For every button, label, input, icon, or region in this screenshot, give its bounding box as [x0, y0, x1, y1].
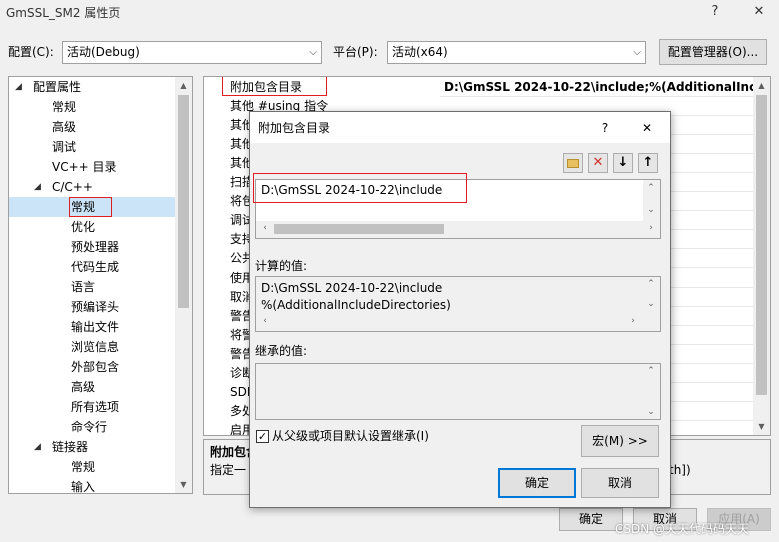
- chevron-down-icon: ⌵: [633, 47, 641, 58]
- checkmark-icon: ✓: [257, 430, 268, 443]
- chevron-left-icon[interactable]: ‹: [258, 223, 272, 233]
- scroll-thumb[interactable]: [178, 95, 189, 308]
- scroll-up-icon[interactable]: ▲: [175, 81, 192, 90]
- chevron-left-icon[interactable]: ‹: [258, 316, 272, 326]
- tree-item-label: 输出文件: [71, 320, 120, 334]
- tree-item-label: C/C++: [52, 180, 93, 194]
- scroll-up-icon[interactable]: ▲: [753, 81, 770, 90]
- include-dirs-dialog: 附加包含目录 ? ✕ ✕ ↓ ↑ D:\GmSSL 2024-10-22\inc…: [249, 111, 671, 508]
- tree-item-label: 常规: [71, 460, 96, 474]
- tree-item-label: 预编译头: [71, 300, 120, 314]
- dialog-title: 附加包含目录: [258, 121, 331, 135]
- dialog-cancel-button[interactable]: 取消: [581, 468, 659, 498]
- tree-item-label: 所有选项: [71, 400, 120, 414]
- tree-item-label: 浏览信息: [71, 340, 120, 354]
- computed-values: D:\GmSSL 2024-10-22\include %(Additional…: [255, 276, 661, 332]
- tree-item-label: 代码生成: [71, 260, 120, 274]
- watermark: CSDN @天天代码码天天: [615, 522, 750, 536]
- tree-item-label: 命令行: [71, 420, 108, 434]
- chevron-up-icon[interactable]: ⌃: [644, 183, 658, 193]
- description-text: 指定一: [210, 463, 247, 477]
- computed-label: 计算的值:: [255, 259, 308, 273]
- chevron-down-icon: ⌵: [309, 47, 317, 58]
- arrow-down-icon: ↓: [617, 155, 629, 170]
- inherit-checkbox[interactable]: ✓: [256, 430, 269, 443]
- chevron-up-icon[interactable]: ⌃: [644, 366, 658, 376]
- config-value: 活动(Debug): [67, 45, 140, 59]
- tree-item-label: 语言: [71, 280, 96, 294]
- chevron-up-icon[interactable]: ⌃: [644, 279, 658, 289]
- scroll-thumb[interactable]: [756, 95, 767, 395]
- ok-button[interactable]: 确定: [559, 508, 623, 531]
- chevron-down-icon[interactable]: ⌄: [644, 407, 658, 417]
- macro-button[interactable]: 宏(M) >>: [581, 425, 659, 457]
- delete-icon: ✕: [592, 155, 604, 170]
- property-tree: ◢ 配置属性 常规 高级 调试 VC++ 目录 ◢ C/C++ 常规 优化 预处理器 代码生成 语言 预编…: [8, 76, 193, 494]
- tree-item-label: 优化: [71, 220, 96, 234]
- description-tail: th]): [669, 463, 691, 477]
- config-manager-button[interactable]: 配置管理器(O)...: [659, 39, 767, 65]
- help-icon[interactable]: ?: [598, 119, 612, 137]
- window-title: GmSSL_SM2 属性页: [6, 6, 121, 20]
- highlight-box: [69, 197, 112, 217]
- tree-item-label: 高级: [71, 380, 96, 394]
- folder-star-icon: [567, 159, 579, 168]
- tree-item-label: 链接器: [52, 440, 89, 454]
- computed-hscroll[interactable]: ‹ ›: [256, 314, 660, 331]
- inherit-checkbox-label[interactable]: 从父级或项目默认设置继承(I): [272, 427, 429, 445]
- tree-item-label: 调试: [52, 140, 77, 154]
- highlight-box: [222, 77, 327, 96]
- move-up-button[interactable]: ↑: [638, 153, 658, 173]
- config-label: 配置(C):: [8, 45, 54, 59]
- dialog-ok-button[interactable]: 确定: [498, 468, 576, 498]
- platform-select[interactable]: 活动(x64) ⌵: [387, 41, 646, 64]
- chevron-down-icon[interactable]: ⌄: [644, 299, 658, 309]
- platform-label: 平台(P):: [333, 45, 378, 59]
- close-icon[interactable]: ✕: [640, 119, 654, 137]
- grid-scrollbar[interactable]: ▲ ▼: [753, 77, 770, 435]
- inherited-values: ⌃ ⌄: [255, 363, 661, 420]
- new-line-button[interactable]: [563, 153, 583, 173]
- tree-item-label: 外部包含: [71, 360, 120, 374]
- chevron-down-icon[interactable]: ⌄: [644, 205, 658, 215]
- entries-vscroll[interactable]: ⌃ ⌄: [643, 180, 660, 222]
- platform-value: 活动(x64): [392, 45, 448, 59]
- expand-triangle-icon[interactable]: ◢: [34, 177, 41, 197]
- expand-triangle-icon[interactable]: ◢: [15, 77, 22, 97]
- tree-item-label: 预处理器: [71, 240, 120, 254]
- tree-item-label: VC++ 目录: [52, 160, 117, 174]
- tree-item-label: 高级: [52, 120, 77, 134]
- chevron-right-icon[interactable]: ›: [626, 316, 640, 326]
- config-select[interactable]: 活动(Debug) ⌵: [62, 41, 322, 64]
- delete-button[interactable]: ✕: [588, 153, 608, 173]
- highlight-box: [253, 173, 467, 203]
- property-value: D:\GmSSL 2024-10-22\include;%(Additional…: [444, 80, 771, 94]
- arrow-up-icon: ↑: [642, 155, 654, 170]
- inherited-vscroll[interactable]: ⌃ ⌄: [643, 364, 660, 419]
- dialog-title-bar: 附加包含目录 ? ✕: [250, 112, 670, 143]
- tree-scrollbar[interactable]: ▲ ▼: [175, 77, 192, 493]
- chevron-right-icon[interactable]: ›: [644, 223, 658, 233]
- expand-triangle-icon[interactable]: ◢: [34, 437, 41, 457]
- inherited-label: 继承的值:: [255, 344, 308, 358]
- scroll-down-icon[interactable]: ▼: [753, 422, 770, 431]
- close-icon[interactable]: ✕: [749, 3, 769, 21]
- help-icon[interactable]: ?: [705, 3, 725, 21]
- computed-value-1: D:\GmSSL 2024-10-22\include: [261, 281, 443, 295]
- computed-vscroll[interactable]: ⌃ ⌄: [643, 277, 660, 315]
- tree-item-label: 常规: [52, 100, 77, 114]
- entries-hscroll[interactable]: ‹ ›: [256, 221, 660, 238]
- computed-value-2: %(AdditionalIncludeDirectories): [261, 298, 451, 312]
- move-down-button[interactable]: ↓: [613, 153, 633, 173]
- tree-item-label: 输入: [71, 480, 96, 494]
- tree-item-label: 配置属性: [33, 80, 82, 94]
- hscroll-thumb[interactable]: [274, 224, 444, 234]
- scroll-down-icon[interactable]: ▼: [175, 480, 192, 489]
